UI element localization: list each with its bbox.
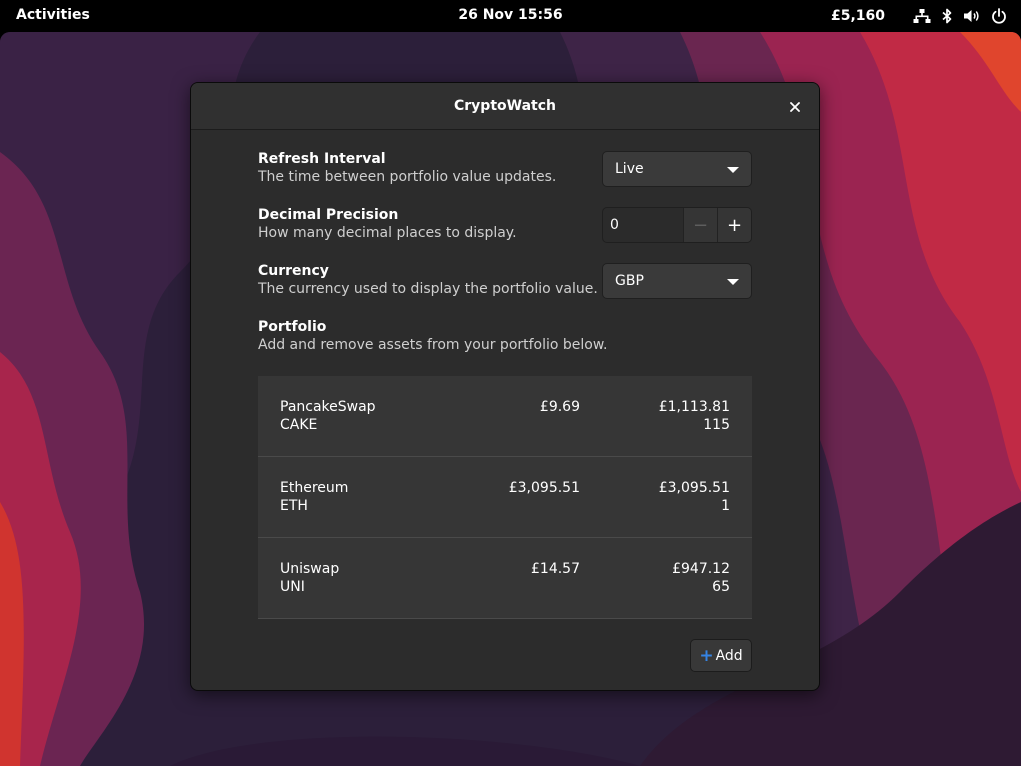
window-title: CryptoWatch: [454, 98, 556, 114]
list-item[interactable]: Ethereum ETH £3,095.51 £3,095.51 1: [258, 457, 752, 538]
asset-name: PancakeSwap: [280, 399, 376, 415]
asset-name-cell: Ethereum ETH: [280, 479, 348, 515]
asset-price: £9.69: [539, 399, 580, 415]
asset-name: Ethereum: [280, 480, 349, 496]
asset-amount: 115: [703, 417, 730, 433]
decrement-button[interactable]: −: [683, 208, 717, 242]
add-asset-button[interactable]: + Add: [690, 639, 752, 672]
chevron-down-icon: [727, 167, 739, 173]
portfolio-title: Portfolio: [258, 319, 327, 335]
activities-button[interactable]: Activities: [16, 7, 90, 23]
currency-dropdown[interactable]: GBP: [602, 263, 752, 299]
asset-name-cell: PancakeSwap CAKE: [280, 398, 376, 434]
portfolio-row: Portfolio Add and remove assets from you…: [258, 319, 752, 354]
asset-symbol: UNI: [280, 579, 305, 595]
cryptowatch-window: CryptoWatch Refresh Interval The time be…: [190, 82, 820, 691]
list-item[interactable]: Uniswap UNI £14.57 £947.12 65: [258, 538, 752, 618]
increment-button[interactable]: +: [717, 208, 751, 242]
refresh-interval-value: Live: [615, 161, 644, 177]
clock[interactable]: 26 Nov 15:56: [458, 7, 562, 23]
decimal-precision-spinbutton: 0 − +: [602, 207, 752, 243]
power-icon[interactable]: [991, 8, 1007, 24]
asset-price: £3,095.51: [508, 480, 580, 496]
bluetooth-icon[interactable]: [941, 8, 953, 24]
decimal-precision-input[interactable]: 0: [603, 208, 683, 242]
header-bar: CryptoWatch: [191, 83, 819, 130]
add-button-label: Add: [715, 647, 743, 664]
asset-holding-cell: £947.12 65: [672, 560, 730, 596]
asset-symbol: ETH: [280, 498, 308, 514]
asset-name: Uniswap: [280, 561, 340, 577]
asset-amount: 65: [712, 579, 730, 595]
list-item[interactable]: PancakeSwap CAKE £9.69 £1,113.81 115: [258, 376, 752, 457]
asset-price: £14.57: [531, 561, 580, 577]
asset-value: £947.12: [672, 561, 730, 577]
asset-symbol: CAKE: [280, 417, 318, 433]
chevron-down-icon: [727, 279, 739, 285]
asset-name-cell: Uniswap UNI: [280, 560, 339, 596]
currency-row: Currency The currency used to display th…: [258, 263, 752, 299]
asset-holding-cell: £1,113.81 115: [659, 398, 730, 434]
top-bar: Activities 26 Nov 15:56 £5,160: [0, 0, 1021, 32]
asset-amount: 1: [721, 498, 730, 514]
plus-icon: +: [699, 645, 714, 666]
portfolio-indicator[interactable]: £5,160: [831, 8, 885, 24]
portfolio-subtitle: Add and remove assets from your portfoli…: [258, 337, 608, 353]
network-icon[interactable]: [913, 8, 931, 24]
volume-icon[interactable]: [963, 8, 981, 24]
asset-holding-cell: £3,095.51 1: [659, 479, 730, 515]
system-tray: £5,160: [831, 4, 1007, 28]
refresh-interval-row: Refresh Interval The time between portfo…: [258, 151, 752, 187]
currency-value: GBP: [615, 273, 644, 289]
asset-value: £1,113.81: [658, 399, 730, 415]
decimal-precision-row: Decimal Precision How many decimal place…: [258, 207, 752, 243]
close-icon[interactable]: [783, 95, 807, 119]
asset-value: £3,095.51: [658, 480, 730, 496]
status-icons[interactable]: [913, 8, 1007, 24]
portfolio-list: PancakeSwap CAKE £9.69 £1,113.81 115 Eth…: [258, 376, 752, 619]
refresh-interval-dropdown[interactable]: Live: [602, 151, 752, 187]
